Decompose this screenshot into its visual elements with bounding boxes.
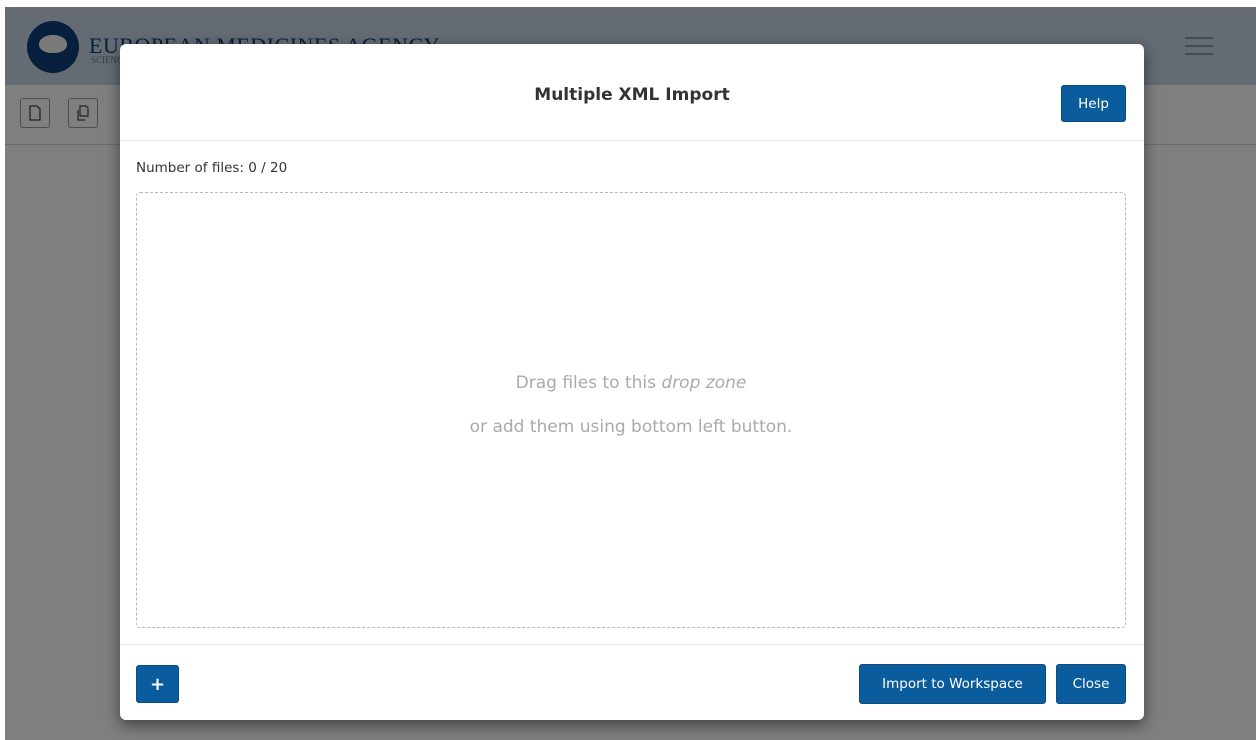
import-to-workspace-button[interactable]: Import to Workspace <box>859 664 1046 704</box>
close-button[interactable]: Close <box>1056 664 1126 704</box>
drop-zone-emphasis: drop zone <box>661 373 747 393</box>
drop-zone-hint: or add them using bottom left button. <box>469 417 793 437</box>
modal-header: Multiple XML Import Help <box>120 44 1144 141</box>
drop-zone[interactable]: Drag files to this drop zone or add them… <box>136 192 1126 628</box>
modal-title: Multiple XML Import <box>534 85 730 105</box>
multiple-xml-import-dialog: Multiple XML Import Help Number of files… <box>120 44 1144 720</box>
modal-footer: + Import to Workspace Close <box>120 644 1144 720</box>
file-count-label: Number of files: 0 / 20 <box>136 160 288 176</box>
drop-zone-text: Drag files to this <box>515 373 662 393</box>
add-files-button[interactable]: + <box>136 665 179 703</box>
plus-icon: + <box>149 673 166 695</box>
drop-zone-instruction: Drag files to this drop zone <box>137 373 1125 393</box>
help-button[interactable]: Help <box>1061 85 1126 122</box>
